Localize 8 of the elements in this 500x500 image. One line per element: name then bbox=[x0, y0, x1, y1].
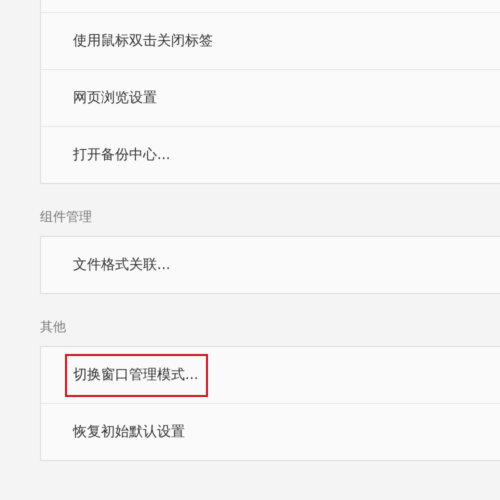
section-title: 其他 bbox=[40, 319, 66, 337]
settings-link[interactable]: 网页浏览设置 bbox=[65, 76, 167, 120]
settings-link[interactable]: 使用鼠标双击关闭标签 bbox=[65, 20, 223, 62]
section-title: 组件管理 bbox=[40, 209, 92, 227]
settings-link[interactable]: 恢复初始默认设置 bbox=[65, 410, 195, 454]
settings-link[interactable]: 切换窗口管理模式... bbox=[65, 354, 208, 396]
settings-link[interactable]: 打开备份中心... bbox=[65, 134, 180, 176]
settings-link[interactable]: 文件格式关联... bbox=[65, 244, 180, 286]
